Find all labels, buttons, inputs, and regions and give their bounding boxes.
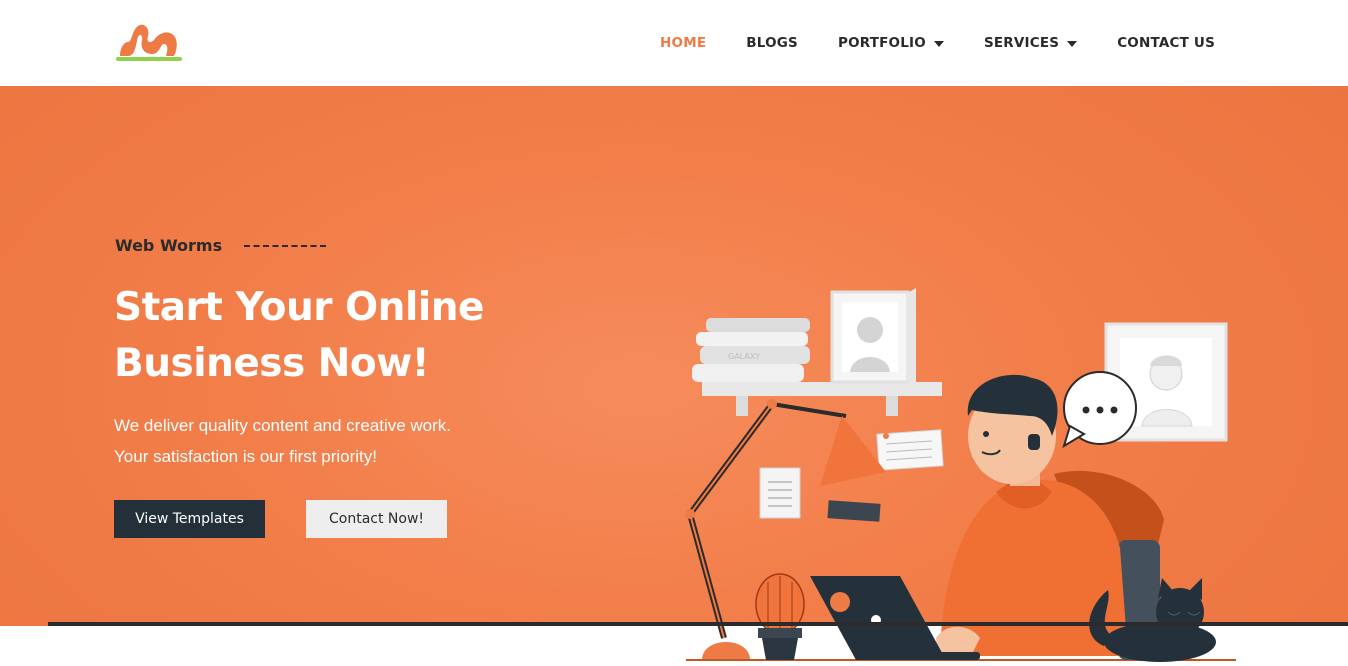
headline-line-1: Start Your Online bbox=[114, 285, 484, 330]
nav-home[interactable]: HOME bbox=[660, 35, 706, 51]
hero-illustration: GALAXY bbox=[685, 288, 1236, 662]
view-templates-button[interactable]: View Templates bbox=[114, 500, 265, 538]
nav-services[interactable]: SERVICES bbox=[983, 35, 1078, 51]
caret-down-icon bbox=[1067, 41, 1078, 47]
speech-bubble-icon bbox=[1062, 371, 1137, 449]
dashed-divider bbox=[244, 244, 327, 247]
subtext-line-2: Your satisfaction is our first priority! bbox=[114, 447, 377, 466]
hero-subtext: We deliver quality content and creative … bbox=[114, 410, 534, 472]
brand-name: Web Worms bbox=[115, 236, 223, 255]
nav-contact-us[interactable]: CONTACT US bbox=[1117, 35, 1215, 51]
book-stack: GALAXY bbox=[692, 318, 810, 382]
nav-portfolio-label: PORTFOLIO bbox=[837, 35, 926, 51]
hero-headline: Start Your Online Business Now! bbox=[114, 280, 574, 392]
web-worms-logo[interactable] bbox=[114, 20, 184, 64]
hero-eyebrow: Web Worms bbox=[115, 236, 327, 255]
headline-line-2: Business Now! bbox=[114, 341, 430, 386]
hero-section: Web Worms Start Your Online Business Now… bbox=[0, 86, 1348, 662]
book-spine-label: GALAXY bbox=[728, 352, 760, 361]
nav-portfolio[interactable]: PORTFOLIO bbox=[838, 35, 944, 51]
main-nav: HOME BLOGS PORTFOLIO SERVICES CONTACT US bbox=[660, 0, 1215, 86]
subtext-line-1: We deliver quality content and creative … bbox=[114, 416, 452, 435]
nav-services-label: SERVICES bbox=[983, 35, 1060, 51]
nav-blogs-label: BLOGS bbox=[746, 35, 798, 51]
nav-blogs[interactable]: BLOGS bbox=[746, 35, 798, 51]
contact-now-button[interactable]: Contact Now! bbox=[306, 500, 447, 538]
caret-down-icon bbox=[933, 41, 944, 47]
site-header: HOME BLOGS PORTFOLIO SERVICES CONTACT US bbox=[0, 0, 1348, 86]
nav-contact-us-label: CONTACT US bbox=[1117, 35, 1215, 51]
cactus-plant bbox=[755, 573, 805, 660]
nav-home-label: HOME bbox=[660, 35, 707, 51]
page-divider bbox=[48, 622, 1348, 626]
portrait-frame-left bbox=[830, 288, 916, 384]
